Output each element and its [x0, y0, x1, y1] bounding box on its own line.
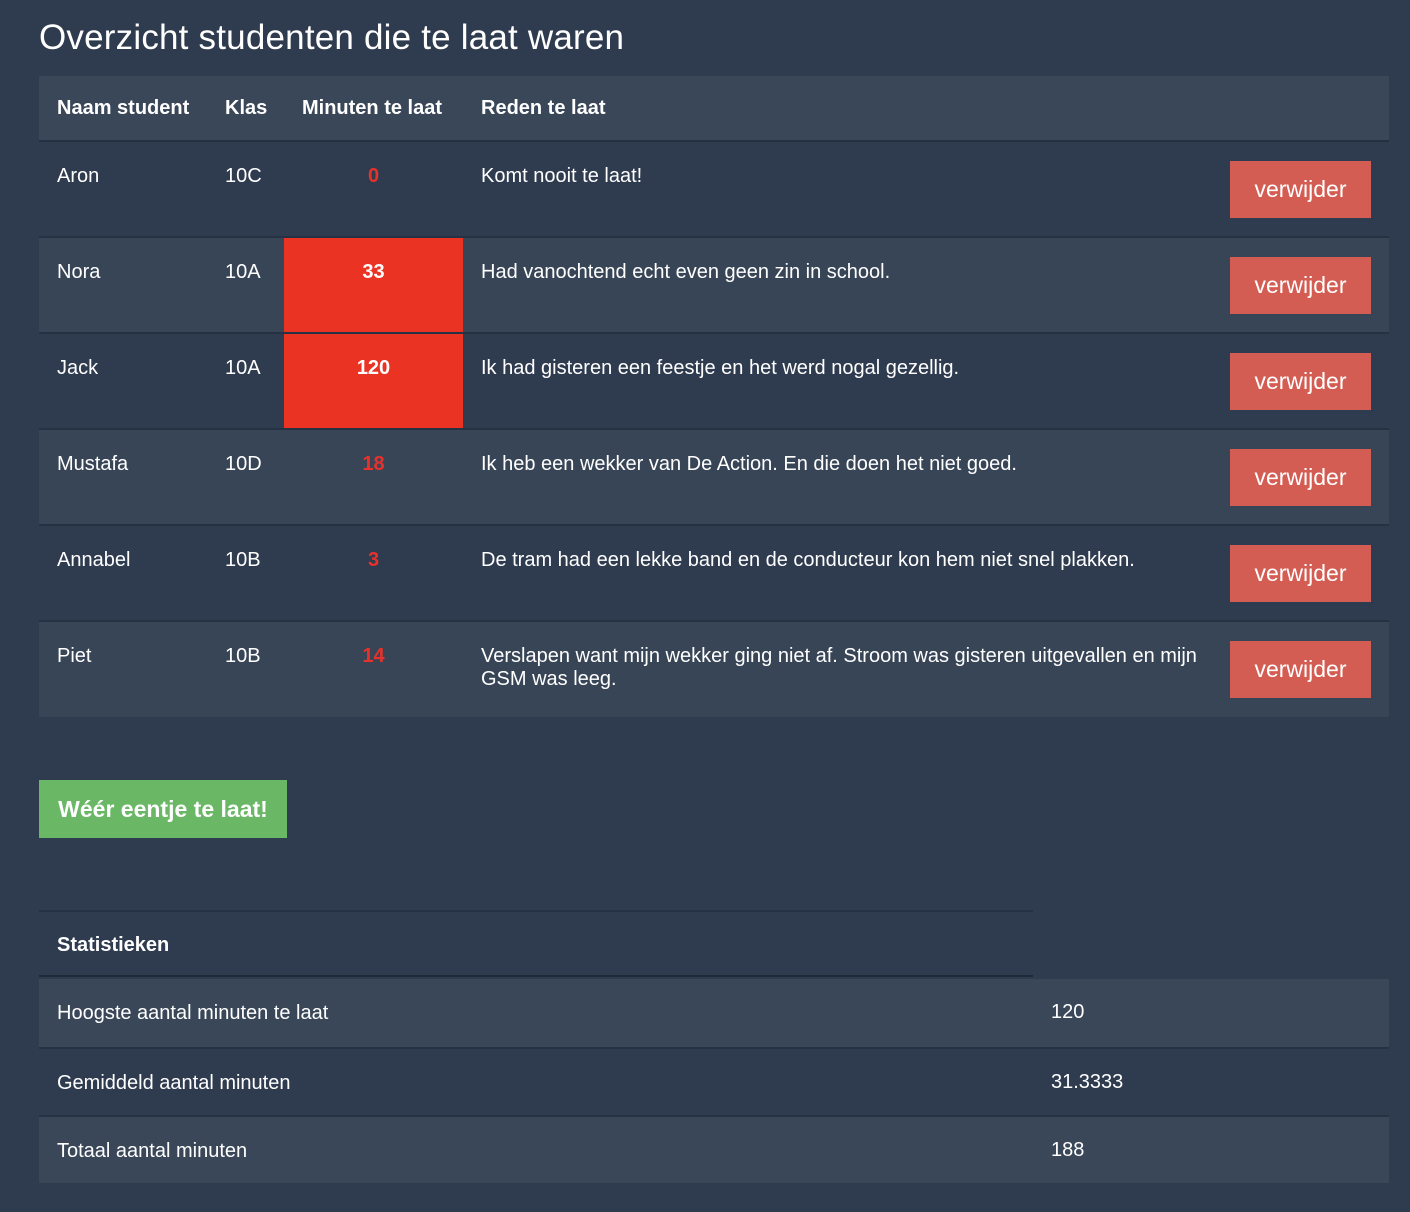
action-cell: verwijder [1212, 141, 1389, 237]
late-reason: Ik heb een wekker van De Action. En die … [463, 428, 1212, 525]
delete-button[interactable]: verwijder [1230, 448, 1371, 506]
table-row: Jack 10A 120 Ik had gisteren een feestje… [39, 332, 1389, 429]
stats-label: Gemiddeld aantal minuten [57, 1072, 291, 1094]
statistics-heading: Statistieken [39, 910, 1033, 977]
student-class: 10C [225, 165, 262, 187]
student-class: 10D [207, 428, 284, 525]
minutes-late: 14 [284, 620, 463, 717]
stats-row-total: Totaal aantal minuten 188 [39, 1115, 1389, 1183]
student-class: 10A [207, 236, 284, 333]
delete-button[interactable]: verwijder [1230, 641, 1371, 698]
minutes-late: 120 [284, 332, 463, 429]
action-cell: verwijder [1212, 620, 1389, 717]
stats-label: Totaal aantal minuten [57, 1140, 248, 1162]
action-cell: verwijder [1212, 236, 1389, 333]
column-header-klas: Klas [207, 76, 284, 142]
student-class: 10B [207, 620, 284, 717]
delete-button[interactable]: verwijder [1230, 256, 1371, 314]
table-row: Mustafa 10D 18 Ik heb een wekker van De … [39, 428, 1389, 525]
delete-button[interactable]: verwijder [1230, 352, 1371, 410]
action-cell: verwijder [1212, 332, 1389, 429]
minutes-late: 3 [284, 524, 463, 621]
late-reason: Ik had gisteren een feestje en het werd … [463, 332, 1212, 429]
column-header-name: Naam student [39, 76, 207, 142]
minutes-late: 33 [284, 236, 463, 333]
student-name: Aron [57, 165, 100, 187]
late-reason: Komt nooit te laat! [481, 165, 643, 187]
student-class: 10A [207, 332, 284, 429]
student-name: Piet [39, 620, 207, 717]
stats-value: 188 [1051, 1139, 1085, 1161]
late-reason: Verslapen want mijn wekker ging niet af.… [463, 620, 1212, 717]
minutes-late: 18 [284, 428, 463, 525]
table-row: Annabel 10B 3 De tram had een lekke band… [39, 524, 1389, 621]
student-name: Mustafa [39, 428, 207, 525]
column-header-reason: Reden te laat [463, 76, 1212, 142]
stats-row-highest: Hoogste aantal minuten te laat 120 [39, 979, 1389, 1047]
stats-label: Hoogste aantal minuten te laat [57, 1002, 329, 1024]
stats-value: 31.3333 [1051, 1071, 1124, 1093]
stats-row-average: Gemiddeld aantal minuten 31.3333 [39, 1047, 1389, 1115]
student-class: 10B [207, 524, 284, 621]
late-reason: De tram had een lekke band en de conduct… [463, 524, 1212, 621]
late-reason: Had vanochtend echt even geen zin in sch… [463, 236, 1212, 333]
stats-value: 120 [1051, 1001, 1085, 1023]
action-cell: verwijder [1212, 524, 1389, 621]
delete-button[interactable]: verwijder [1230, 544, 1371, 602]
add-late-student-button[interactable]: Wéér eentje te laat! [39, 780, 287, 838]
table-row: Aron 10C 0 Komt nooit te laat! verwijder [39, 141, 1389, 237]
delete-button[interactable]: verwijder [1230, 160, 1371, 218]
student-name: Jack [39, 332, 207, 429]
table-header-row: Naam student Klas Minuten te laat Reden … [39, 76, 1389, 142]
action-cell: verwijder [1212, 428, 1389, 525]
minutes-late: 0 [367, 165, 380, 187]
column-header-minutes: Minuten te laat [284, 76, 463, 142]
late-students-table: Naam student Klas Minuten te laat Reden … [39, 76, 1389, 717]
table-row: Nora 10A 33 Had vanochtend echt even gee… [39, 236, 1389, 333]
student-name: Nora [39, 236, 207, 333]
column-header-action [1212, 76, 1389, 142]
student-name: Annabel [39, 524, 207, 621]
table-row: Piet 10B 14 Verslapen want mijn wekker g… [39, 620, 1389, 717]
late-students-page: Overzicht studenten die te laat waren Na… [0, 0, 1410, 1212]
page-title: Overzicht studenten die te laat waren [39, 18, 625, 57]
